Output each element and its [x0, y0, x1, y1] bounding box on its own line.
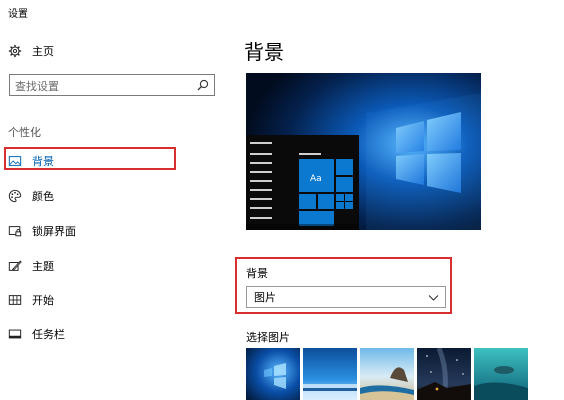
- thumbnail-underwater[interactable]: [474, 348, 528, 400]
- start-grid-icon: [8, 295, 22, 305]
- sidebar-item-label: 锁屏界面: [32, 225, 76, 238]
- nav-home-label: 主页: [32, 45, 54, 58]
- thumbnail-windows-light[interactable]: [246, 348, 300, 400]
- section-label-personalization: 个性化: [8, 126, 41, 139]
- sidebar-item-themes[interactable]: 主题: [8, 258, 54, 274]
- taskbar-icon: [8, 329, 22, 339]
- thumbnail-blue-sky[interactable]: [303, 348, 357, 400]
- sidebar-item-lock-screen[interactable]: 锁屏界面: [8, 223, 76, 239]
- palette-icon: [8, 189, 22, 203]
- search-icon[interactable]: [196, 78, 210, 92]
- choose-picture-label: 选择图片: [246, 331, 290, 344]
- chevron-down-icon: [428, 295, 439, 301]
- nav-home[interactable]: 主页: [8, 43, 54, 59]
- sidebar-item-label: 背景: [32, 155, 54, 168]
- sidebar-item-background[interactable]: 背景: [8, 153, 54, 169]
- sidebar-item-colors[interactable]: 颜色: [8, 188, 54, 204]
- search-box[interactable]: [9, 74, 215, 97]
- picture-icon: [8, 156, 22, 166]
- picture-thumbnails: [246, 348, 528, 400]
- page-title: 背景: [244, 40, 284, 64]
- sidebar-item-taskbar[interactable]: 任务栏: [8, 326, 65, 342]
- sidebar-item-label: 主题: [32, 260, 54, 273]
- thumbnail-beach-rocks[interactable]: [360, 348, 414, 400]
- desktop-preview: Aa: [246, 73, 481, 230]
- background-type-value: 图片: [254, 291, 276, 304]
- preview-wallpaper: Aa: [246, 73, 481, 230]
- sidebar: 主页 个性化 背景 颜色 锁屏界面: [0, 0, 230, 400]
- sidebar-item-label: 颜色: [32, 190, 54, 203]
- thumbnail-night-sky[interactable]: [417, 348, 471, 400]
- background-type-label: 背景: [246, 267, 268, 280]
- lock-screen-icon: [8, 226, 22, 237]
- gear-icon: [8, 44, 22, 58]
- search-input[interactable]: [10, 76, 195, 97]
- sidebar-item-label: 任务栏: [32, 328, 65, 341]
- tile-text: Aa: [310, 174, 322, 184]
- start-menu-list: [250, 142, 272, 219]
- theme-brush-icon: [8, 260, 22, 271]
- sidebar-item-start[interactable]: 开始: [8, 292, 54, 308]
- sidebar-item-label: 开始: [32, 294, 54, 307]
- background-type-dropdown[interactable]: 图片: [246, 286, 446, 308]
